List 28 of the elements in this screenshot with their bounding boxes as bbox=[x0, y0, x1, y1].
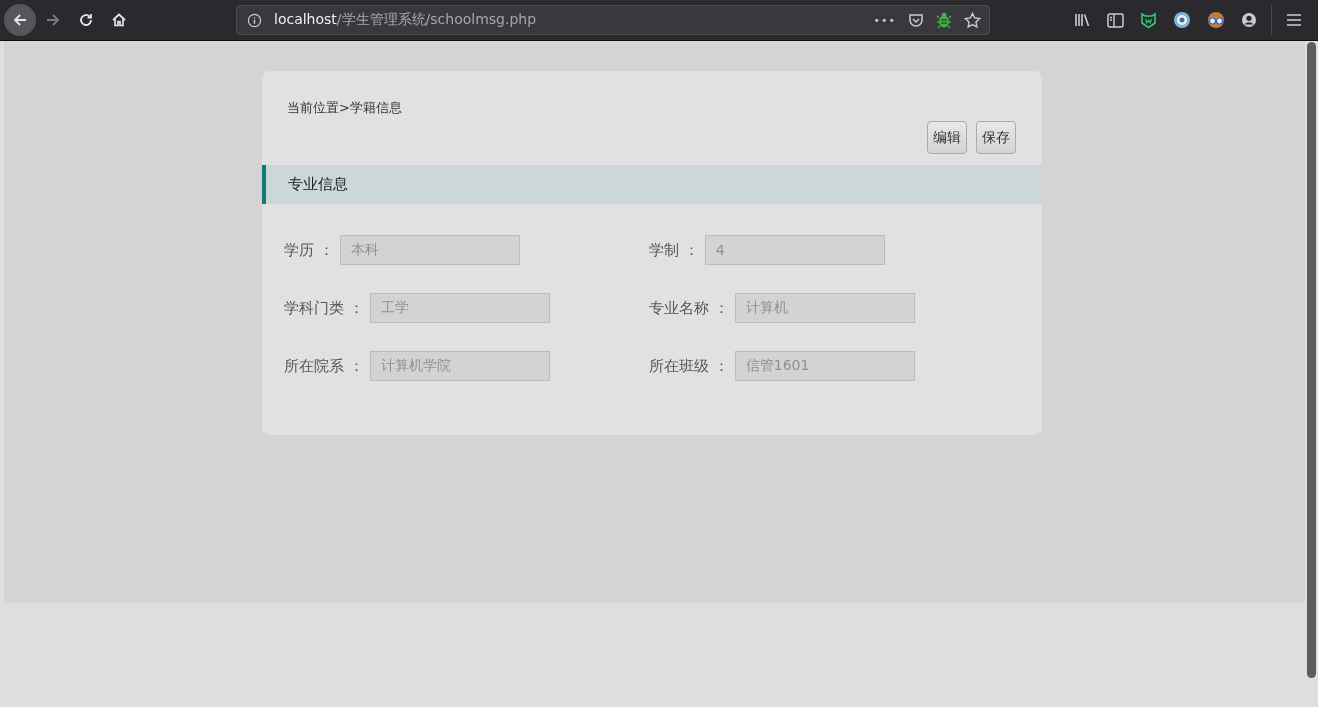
url-text: localhost/学生管理系统/schoolmsg.php bbox=[274, 11, 537, 29]
save-button[interactable]: 保存 bbox=[976, 121, 1016, 154]
field-label: 学科门类 ： bbox=[284, 298, 364, 318]
field-label: 所在班级 ： bbox=[649, 356, 729, 376]
menu-icon[interactable] bbox=[1286, 13, 1302, 27]
scrollbar-thumb[interactable] bbox=[1307, 42, 1316, 678]
star-icon[interactable] bbox=[964, 11, 981, 29]
sidebar-icon[interactable] bbox=[1107, 12, 1124, 28]
field-label: 学历 ： bbox=[284, 240, 334, 260]
reload-icon bbox=[78, 12, 94, 28]
breadcrumb: 当前位置>学籍信息 bbox=[287, 99, 402, 117]
field-label: 专业名称 ： bbox=[649, 298, 729, 318]
back-button[interactable] bbox=[4, 4, 36, 36]
field-label: 所在院系 ： bbox=[284, 356, 364, 376]
field-label: 学制 ： bbox=[649, 240, 699, 260]
address-bar[interactable]: localhost/学生管理系统/schoolmsg.php ••• bbox=[236, 5, 990, 35]
info-icon[interactable] bbox=[247, 12, 262, 28]
shield-icon[interactable] bbox=[1140, 11, 1157, 29]
pocket-icon[interactable] bbox=[908, 12, 924, 28]
bug-icon[interactable] bbox=[936, 11, 952, 29]
glasses-icon[interactable] bbox=[1207, 11, 1225, 29]
account-icon[interactable] bbox=[1241, 12, 1257, 28]
eye-icon[interactable] bbox=[1173, 11, 1191, 29]
library-icon[interactable] bbox=[1074, 12, 1091, 28]
home-icon bbox=[111, 12, 127, 28]
edit-button[interactable]: 编辑 bbox=[927, 121, 967, 154]
section-title: 专业信息 bbox=[288, 175, 348, 194]
page-actions-button[interactable]: ••• bbox=[873, 13, 896, 27]
